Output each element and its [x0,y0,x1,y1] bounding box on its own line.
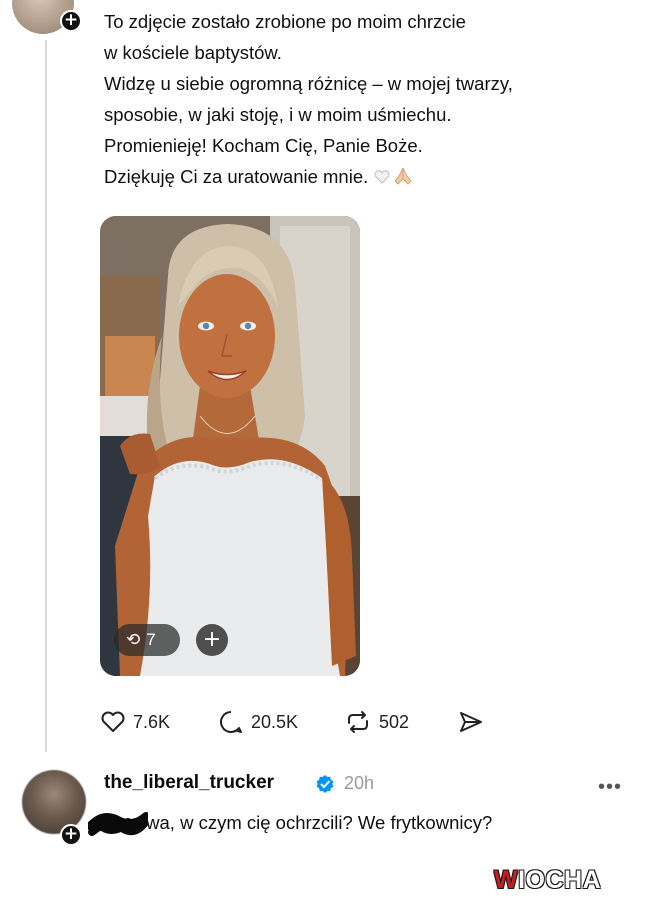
post-line: sposobie, w jaki stoję, i w moim uśmiech… [104,104,452,125]
repost-count: 502 [379,711,410,732]
threads-post-screen: + To zdjęcie zostało zrobione po moim ch… [0,0,648,912]
post-actions: 7.6K 20.5K 502 [100,704,520,740]
watermark-rest: IOCHA [518,866,602,894]
repost-small-icon: ⟲ [126,630,141,649]
share-button[interactable] [458,704,484,740]
photo-repost-count: 7 [146,630,156,649]
post-line: w kościele baptystów. [104,42,282,63]
selfie-photo-illustration [100,216,360,676]
comment-button[interactable]: 20.5K [218,704,298,740]
like-button[interactable]: 7.6K [100,704,170,740]
send-icon [460,712,482,732]
reply-text: rwa, w czym cię ochrzcili? We frytkownic… [140,812,493,833]
watermark-prefix: W [494,866,519,894]
post-line: Dziękuję Ci za uratowanie mnie. [104,166,369,187]
photo-add-button[interactable]: + [196,624,228,656]
repost-button[interactable]: 502 [344,704,409,740]
repost-icon [348,711,368,733]
like-count: 7.6K [133,711,171,732]
post-line-last: Dziękuję Ci za uratowanie mnie. [104,161,624,192]
follow-plus-icon[interactable]: + [60,10,82,32]
reply-username[interactable]: the_liberal_trucker [104,772,274,794]
follow-plus-icon[interactable]: + [60,824,82,846]
post-line: Widzę u siebie ogromną różnicę – w mojej… [104,73,513,94]
white-heart-icon [374,170,390,184]
reply-timestamp: 20h [344,773,375,793]
verified-badge-icon [316,775,334,793]
more-options-icon[interactable]: ••• [598,776,622,799]
heart-icon [101,711,125,732]
post-line: Promienieję! Kocham Cię, Panie Boże. [104,135,423,156]
thread-line [45,40,47,752]
censor-scribble [88,812,148,836]
comment-count: 20.5K [251,711,299,732]
comment-icon [220,711,242,733]
post-text: To zdjęcie zostało zrobione po moim chrz… [104,6,624,192]
post-photo[interactable]: ⟲ 7 + [100,216,360,676]
photo-repost-chip[interactable]: ⟲ 7 [114,624,180,656]
wiocha-watermark: WIOCHA [494,866,601,895]
post-line: To zdjęcie zostało zrobione po moim chrz… [104,11,466,32]
folded-hands-icon [394,167,412,185]
